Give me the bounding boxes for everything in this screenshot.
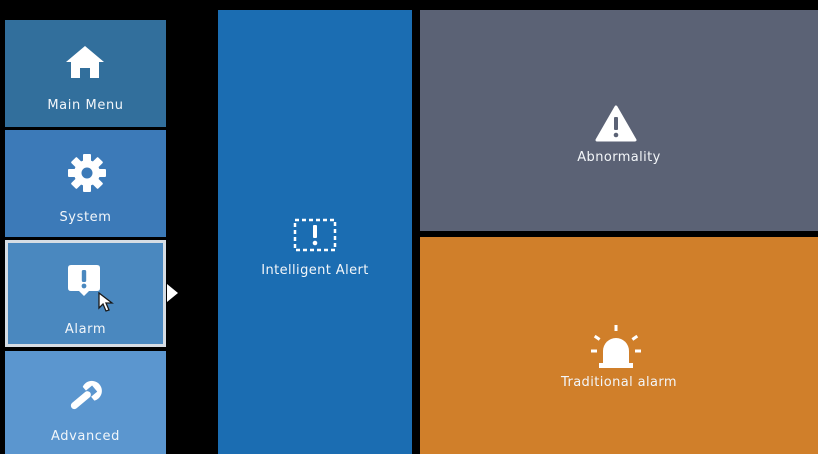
sidebar-item-label: Alarm xyxy=(64,322,107,337)
selection-pointer-icon xyxy=(167,284,178,302)
traditional-alarm-label: Traditional alarm xyxy=(561,375,677,390)
alarm-menu-screen: Main Menu System Alarm Advanced Intellig… xyxy=(0,0,818,454)
alert-badge-icon xyxy=(68,265,100,296)
sidebar-item-alarm[interactable]: Alarm xyxy=(5,240,166,347)
sidebar-item-main-menu[interactable]: Main Menu xyxy=(5,20,166,127)
wrench-icon xyxy=(70,380,102,410)
sidebar-item-advanced[interactable]: Advanced xyxy=(5,351,166,454)
intelligent-alert-tile[interactable]: Intelligent Alert xyxy=(218,10,412,454)
sidebar-item-system[interactable]: System xyxy=(5,130,166,237)
traditional-alarm-tile[interactable]: Traditional alarm xyxy=(420,237,818,454)
sidebar-item-label: Main Menu xyxy=(47,98,124,113)
sidebar-item-label: System xyxy=(59,210,112,225)
intelligent-alert-icon xyxy=(293,218,337,252)
home-icon xyxy=(66,46,104,78)
warning-triangle-icon xyxy=(595,105,637,142)
abnormality-label: Abnormality xyxy=(577,150,661,165)
sidebar-item-label: Advanced xyxy=(50,429,120,444)
intelligent-alert-label: Intelligent Alert xyxy=(261,263,369,278)
mouse-cursor-icon xyxy=(98,292,114,312)
siren-icon xyxy=(591,325,641,368)
abnormality-tile[interactable]: Abnormality xyxy=(420,10,818,231)
gear-icon xyxy=(68,154,106,192)
